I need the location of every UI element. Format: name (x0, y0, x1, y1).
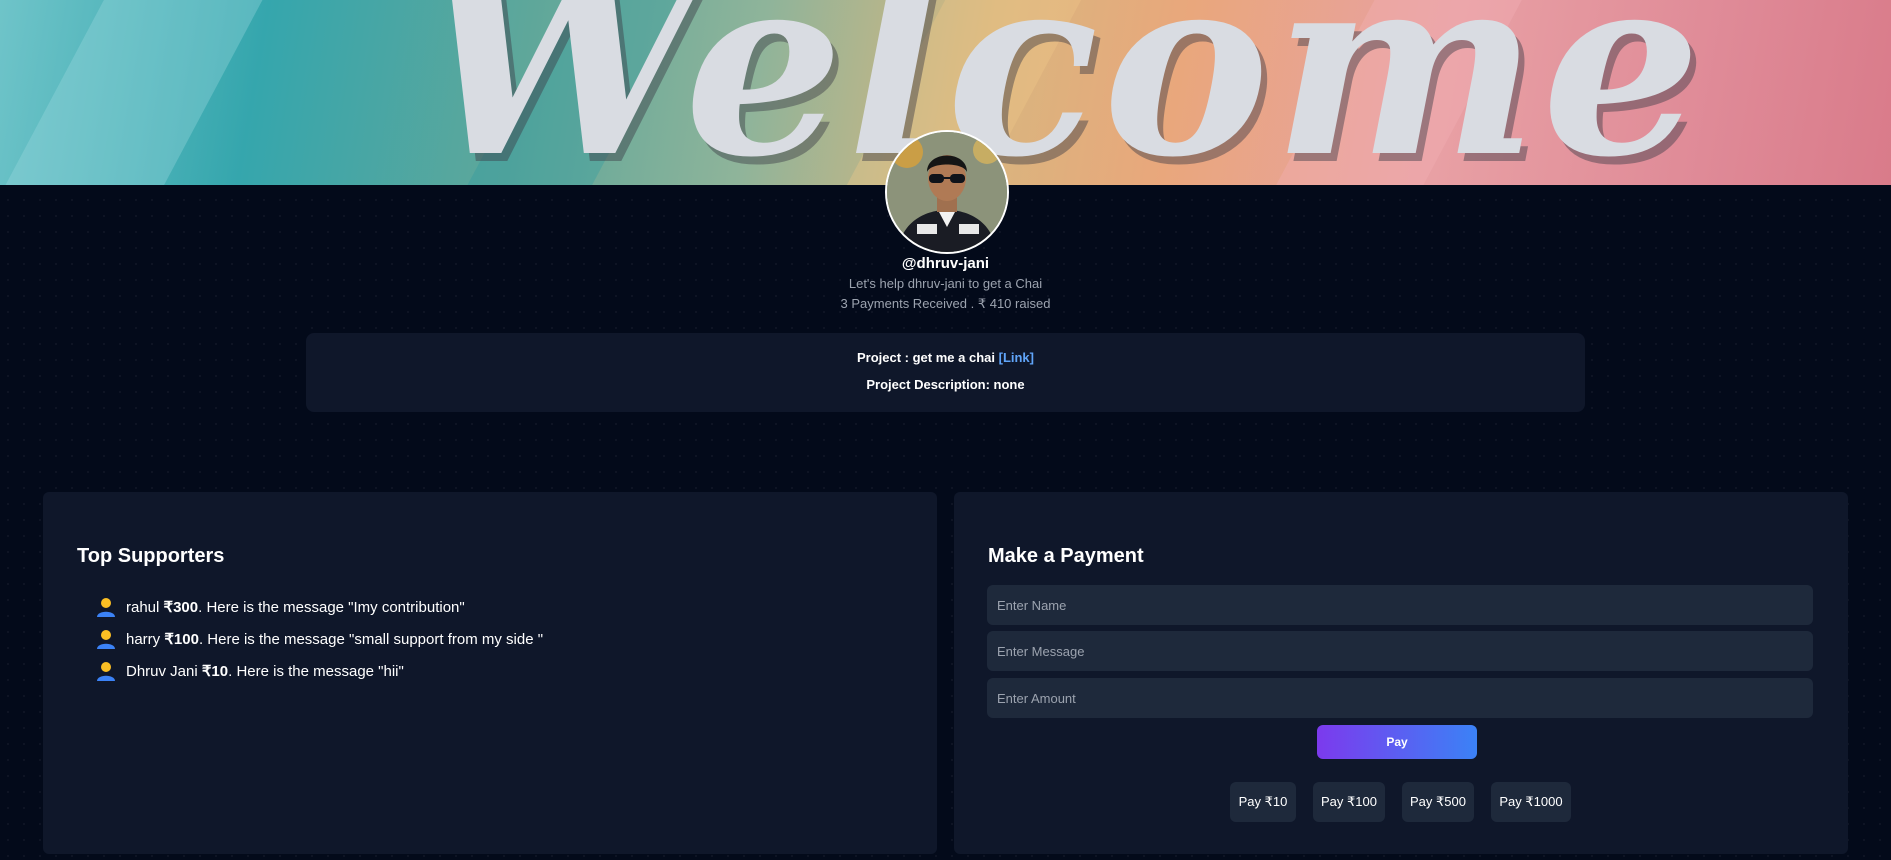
project-title-line: Project : get me a chai [Link] (306, 350, 1585, 365)
banner-welcome-text: Welcome (420, 0, 1705, 185)
supporter-amount: ₹10 (201, 663, 229, 680)
project-link[interactable]: [Link] (999, 350, 1034, 365)
pay-100-button[interactable]: Pay ₹100 (1313, 782, 1385, 822)
user-icon (97, 598, 115, 617)
supporter-item: harry ₹100. Here is the message "small s… (95, 623, 543, 655)
supporter-message: . Here is the message "hii" (228, 662, 404, 680)
avatar-image (887, 132, 1007, 252)
pay-500-button[interactable]: Pay ₹500 (1402, 782, 1474, 822)
supporter-name: Dhruv Jani (126, 662, 198, 680)
supporter-amount: ₹300 (163, 599, 199, 616)
message-input[interactable] (987, 631, 1813, 671)
top-supporters-panel: Top Supporters rahul ₹300. Here is the m… (43, 492, 937, 854)
profile-stats: 3 Payments Received . ₹ 410 raised (840, 296, 1051, 311)
supporter-message: . Here is the message "Imy contribution" (198, 598, 465, 616)
profile-avatar (885, 130, 1009, 254)
supporter-item: rahul ₹300. Here is the message "Imy con… (95, 591, 543, 623)
supporter-message: . Here is the message "small support fro… (198, 630, 544, 648)
amount-input[interactable] (987, 678, 1813, 718)
profile-username: @dhruv-jani (901, 255, 990, 272)
banner-stripe (0, 0, 267, 185)
supporters-heading: Top Supporters (77, 545, 225, 567)
supporter-amount: ₹100 (164, 631, 199, 648)
user-icon (97, 662, 115, 681)
supporters-list: rahul ₹300. Here is the message "Imy con… (95, 591, 543, 687)
supporter-name: rahul (126, 598, 160, 616)
profile-tagline: Let's help dhruv-jani to get a Chai (848, 276, 1043, 291)
project-description: Project Description: none (866, 377, 1025, 392)
profile-info: @dhruv-jani Let's help dhruv-jani to get… (0, 254, 1891, 314)
supporter-item: Dhruv Jani ₹10. Here is the message "hii… (95, 655, 543, 687)
pay-button[interactable]: Pay (1317, 725, 1477, 759)
name-input[interactable] (987, 585, 1813, 625)
user-icon (97, 630, 115, 649)
pay-1000-button[interactable]: Pay ₹1000 (1491, 782, 1571, 822)
supporter-name: harry (126, 630, 161, 648)
make-payment-panel: Make a Payment Pay Pay ₹10 Pay ₹100 Pay … (954, 492, 1848, 854)
payment-heading: Make a Payment (988, 545, 1144, 567)
project-card: Project : get me a chai [Link] Project D… (306, 333, 1585, 412)
project-title: Project : get me a chai (856, 350, 995, 365)
pay-10-button[interactable]: Pay ₹10 (1230, 782, 1296, 822)
